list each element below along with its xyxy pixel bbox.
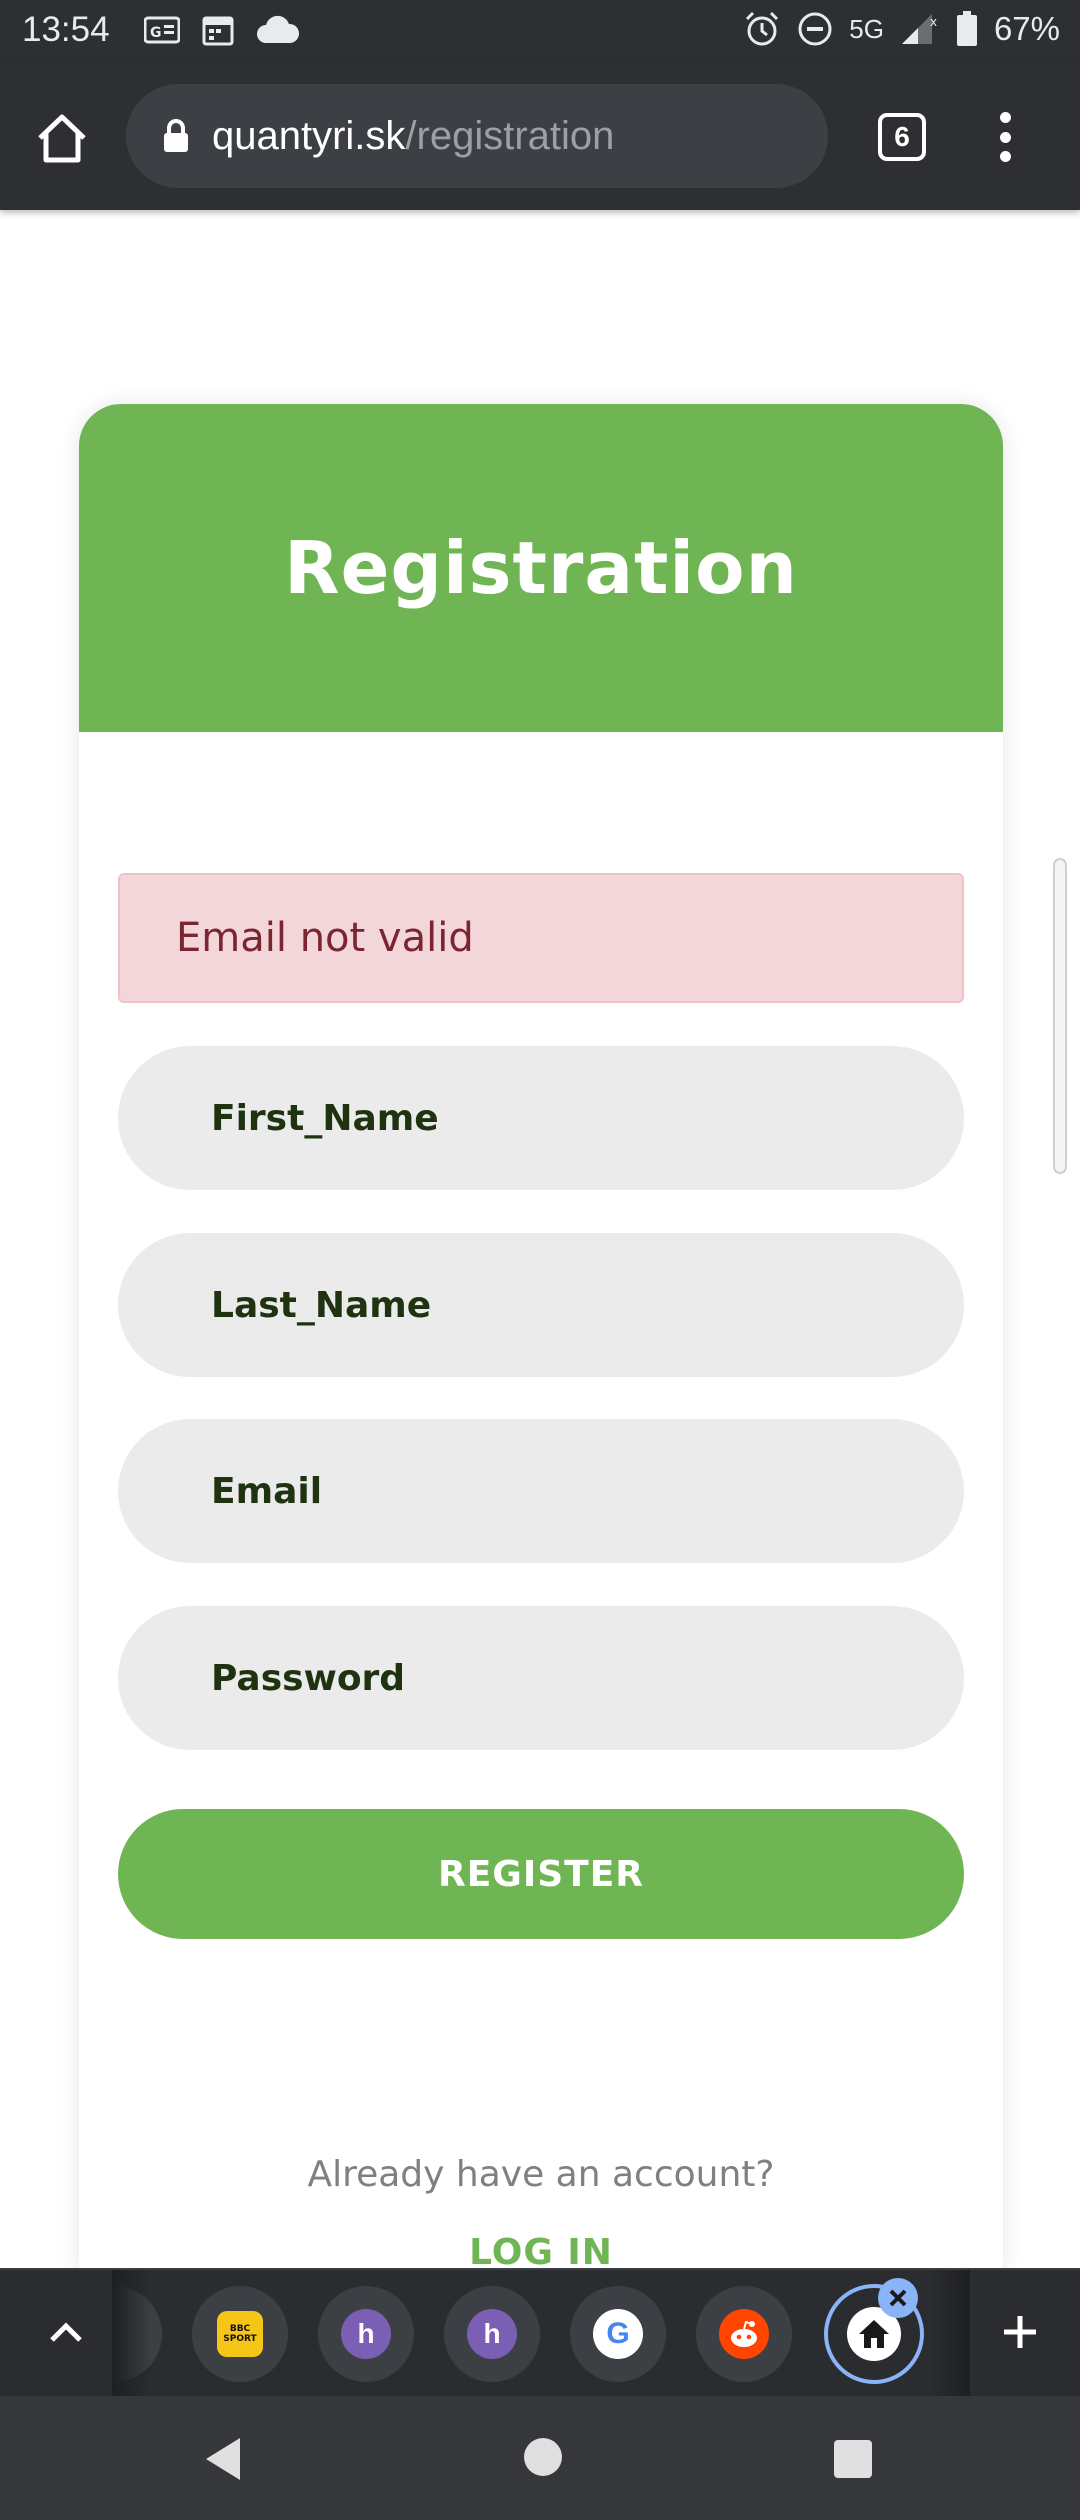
recents-button[interactable] <box>834 2440 872 2478</box>
error-alert: Email not valid <box>118 873 964 1003</box>
strip-fade-left <box>112 2270 152 2398</box>
back-icon[interactable] <box>200 2434 250 2484</box>
battery-level: 67% <box>993 10 1060 47</box>
svg-text:G: G <box>150 25 162 41</box>
register-button[interactable]: REGISTER <box>118 1809 964 1939</box>
url-text: quantyri.sk/registration <box>212 114 614 159</box>
heroku-icon: h <box>341 2309 391 2359</box>
reddit-icon <box>719 2309 769 2359</box>
heroku-glyph: h <box>357 2318 375 2349</box>
home-icon <box>38 114 86 163</box>
expand-tabs-button[interactable] <box>34 2300 98 2364</box>
tab-count: 6 <box>894 121 910 152</box>
sport-label: SPORT <box>223 2334 257 2344</box>
browser-toolbar: quantyri.sk/registration 6 <box>0 64 1080 210</box>
signal-icon: x <box>901 14 937 44</box>
chevron-up-icon <box>50 2322 82 2342</box>
google-icon: G <box>593 2309 643 2359</box>
network-type: 5G <box>849 13 884 44</box>
close-icon <box>889 2289 907 2307</box>
svg-text:x: x <box>930 15 937 29</box>
alarm-icon <box>746 11 779 46</box>
tab-bbc-sport[interactable]: BBC SPORT <box>192 2286 288 2382</box>
calendar-icon <box>202 16 234 46</box>
new-tab-button[interactable] <box>988 2300 1052 2364</box>
tab-heroku-2[interactable]: h <box>444 2286 540 2382</box>
heroku-icon: h <box>467 2309 517 2359</box>
password-field[interactable]: Password <box>118 1606 964 1750</box>
login-prompt: Already have an account? <box>307 2154 775 2195</box>
status-time: 13:54 <box>22 10 110 49</box>
url-host: quantyri.sk <box>212 113 406 158</box>
close-tab-button[interactable] <box>878 2278 918 2318</box>
cloud-icon <box>257 15 300 43</box>
url-bar[interactable]: quantyri.sk/registration <box>126 84 828 188</box>
system-home-button[interactable] <box>524 2438 562 2476</box>
tab-reddit[interactable] <box>696 2286 792 2382</box>
last-name-field[interactable]: Last_Name <box>118 1233 964 1377</box>
card-header: Registration <box>79 404 1003 732</box>
overflow-menu-button[interactable] <box>990 104 1020 170</box>
bbc-label: BBC <box>229 2324 251 2334</box>
system-nav-bar <box>0 2396 1080 2520</box>
plus-icon <box>1004 2316 1036 2348</box>
tab-heroku-1[interactable]: h <box>318 2286 414 2382</box>
first-name-field[interactable]: First_Name <box>118 1046 964 1190</box>
google-glyph: G <box>606 2317 630 2350</box>
status-left-icons: G <box>144 14 300 46</box>
status-right-icons: 5G x 67% <box>743 10 1060 48</box>
do-not-disturb-icon <box>798 12 832 46</box>
battery-icon <box>956 11 977 46</box>
tab-google[interactable]: G <box>570 2286 666 2382</box>
tab-strip: BBC SPORT h h G <box>0 2268 1080 2398</box>
status-bar: 13:54 G 5G x 67% <box>0 0 1080 64</box>
tab-switcher-button[interactable]: 6 <box>878 113 926 161</box>
url-path: /registration <box>405 113 615 158</box>
email-field[interactable]: Email <box>118 1419 964 1563</box>
menu-dot-icon <box>999 131 1011 143</box>
menu-dot-icon <box>999 151 1011 162</box>
scrollbar[interactable] <box>1053 858 1067 1174</box>
heroku-glyph: h <box>483 2318 501 2349</box>
lock-icon <box>164 119 188 152</box>
page-title: Registration <box>284 526 798 610</box>
home-button[interactable] <box>30 106 94 170</box>
bbc-sport-icon: BBC SPORT <box>217 2311 263 2357</box>
menu-dot-icon <box>999 112 1011 123</box>
registration-card: Registration Email not valid First_Name … <box>79 404 1003 2274</box>
login-link[interactable]: LOG IN <box>79 2232 1003 2273</box>
news-icon: G <box>144 16 180 44</box>
strip-fade-right <box>930 2270 970 2398</box>
